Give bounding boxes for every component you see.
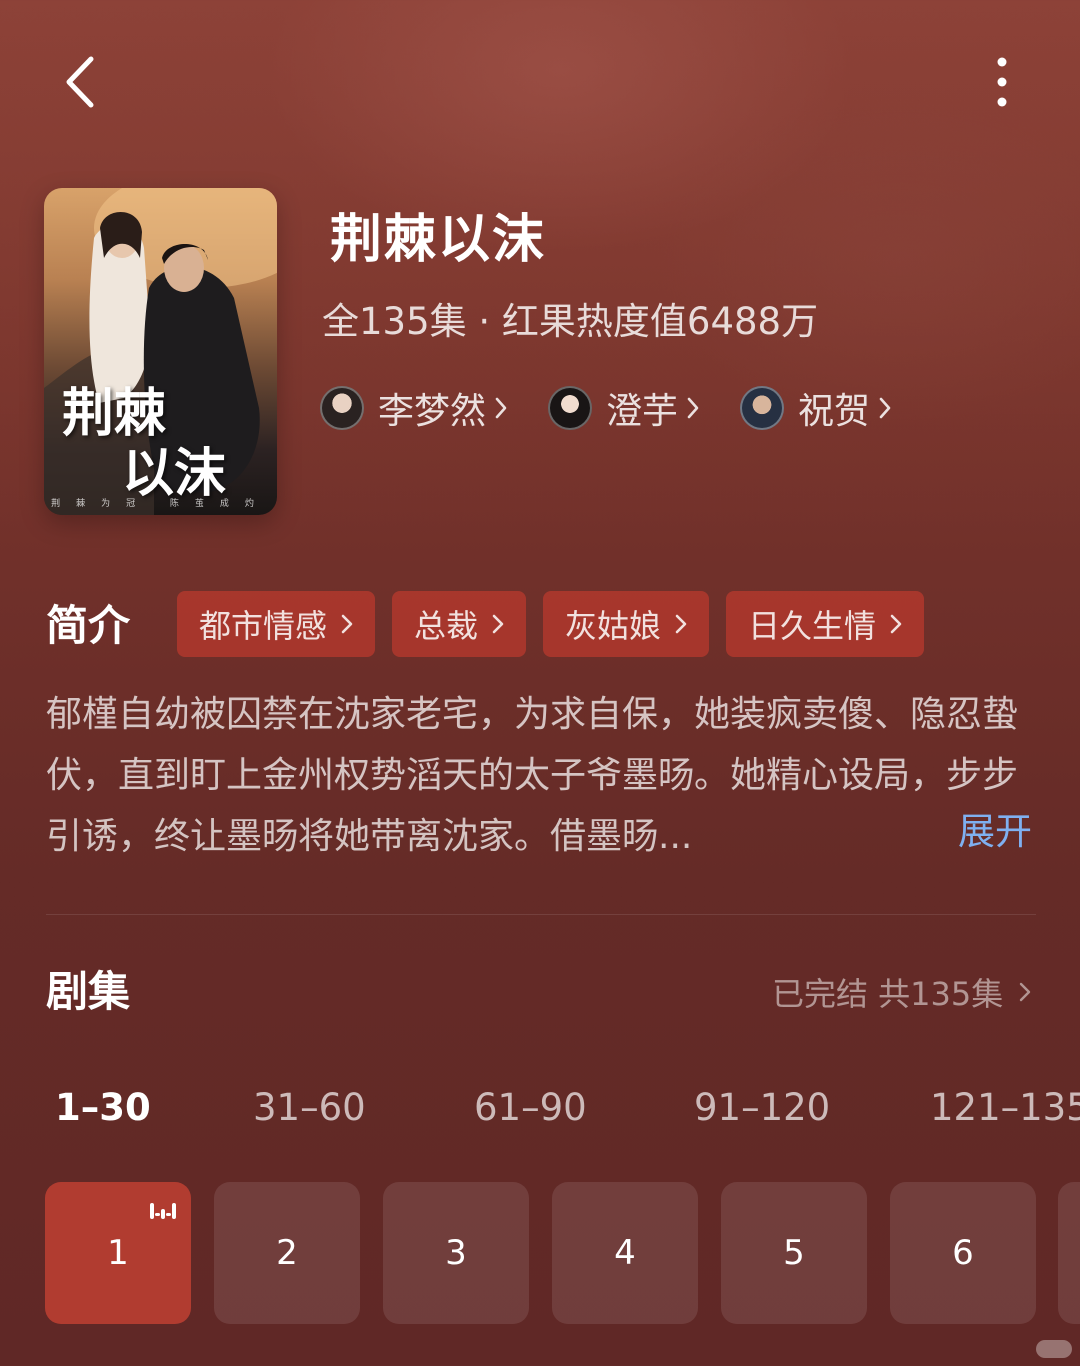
episode-number: 5 <box>783 1233 805 1273</box>
episode-button[interactable]: 6 <box>890 1182 1036 1324</box>
genre-tag[interactable]: 总裁 <box>392 591 527 657</box>
genre-tag-label: 都市情感 <box>199 607 328 645</box>
playing-indicator-icon <box>149 1200 177 1222</box>
avatar <box>740 386 785 430</box>
episode-button-partial[interactable] <box>1058 1182 1080 1324</box>
drama-title: 荆棘以沫 <box>330 210 547 270</box>
genre-tag-label: 总裁 <box>414 607 479 645</box>
genre-tag[interactable]: 都市情感 <box>177 591 376 657</box>
episode-button[interactable]: 4 <box>552 1182 698 1324</box>
genre-tag-label: 灰姑娘 <box>565 607 662 645</box>
chevron-right-icon <box>1019 981 1031 1003</box>
poster-tagline: 荆棘为冠 陈茧成灼 <box>51 499 270 509</box>
episode-number: 6 <box>952 1233 974 1273</box>
synopsis-text: 郁槿自幼被囚禁在沈家老宅，为求自保，她装疯卖傻、隐忍蛰伏，直到盯上金州权势滔天的… <box>46 694 1019 857</box>
cast-name: 祝贺 <box>798 391 871 432</box>
episode-number: 2 <box>276 1233 298 1273</box>
range-tab-91-120[interactable]: 91–120 <box>694 1082 830 1134</box>
chevron-right-icon <box>492 613 504 635</box>
episodes-heading: 剧集 <box>46 967 131 1016</box>
cast-list: 李梦然 澄芋 祝贺 <box>320 380 932 436</box>
range-tab-31-60[interactable]: 31–60 <box>253 1082 366 1134</box>
range-tab-61-90[interactable]: 61–90 <box>474 1082 587 1134</box>
back-button[interactable] <box>52 50 108 114</box>
drama-poster[interactable]: 荆棘 以沫 荆棘为冠 陈茧成灼 <box>44 188 277 515</box>
episode-number: 1 <box>107 1233 129 1273</box>
genre-tag[interactable]: 日久生情 <box>726 591 925 657</box>
more-vertical-icon <box>997 57 1007 107</box>
cast-item[interactable]: 祝贺 <box>740 382 892 434</box>
episodes-status-link[interactable]: 已完结 共135集 <box>772 968 1031 1016</box>
more-button[interactable] <box>972 50 1032 114</box>
episode-number: 4 <box>614 1233 636 1273</box>
poster-title-line1: 荆棘 <box>62 383 167 444</box>
chevron-right-icon <box>341 613 353 635</box>
expand-link[interactable]: 展开 <box>958 804 1032 860</box>
episode-button[interactable]: 5 <box>721 1182 867 1324</box>
cast-item[interactable]: 李梦然 <box>320 382 508 434</box>
chevron-right-icon <box>686 396 700 420</box>
chevron-right-icon <box>494 396 508 420</box>
cast-name: 李梦然 <box>378 391 487 432</box>
episode-number: 3 <box>445 1233 467 1273</box>
avatar <box>320 386 364 430</box>
intro-heading: 简介 <box>46 601 131 650</box>
episode-button[interactable]: 3 <box>383 1182 529 1324</box>
range-tab-1-30[interactable]: 1–30 <box>55 1082 151 1134</box>
poster-title-line2: 以沫 <box>122 443 227 504</box>
watermark-badge <box>1036 1340 1072 1358</box>
episodes-status-text: 已完结 共135集 <box>772 975 1004 1013</box>
cast-item[interactable]: 澄芋 <box>548 382 700 434</box>
genre-tag-label: 日久生情 <box>748 607 877 645</box>
genre-tag[interactable]: 灰姑娘 <box>543 591 710 657</box>
range-tab-121-135[interactable]: 121–135 <box>930 1082 1080 1134</box>
chevron-right-icon <box>890 613 902 635</box>
episode-button[interactable]: 2 <box>214 1182 360 1324</box>
chevron-right-icon <box>675 613 687 635</box>
genre-tags: 都市情感 总裁 灰姑娘 日久生情 <box>177 591 941 657</box>
chevron-right-icon <box>878 396 892 420</box>
cast-name: 澄芋 <box>606 391 679 432</box>
section-divider <box>46 914 1036 915</box>
poster-title: 荆棘 以沫 <box>62 384 262 504</box>
drama-meta: 全135集 · 红果热度值6488万 <box>322 300 819 343</box>
episode-button[interactable]: 1 <box>45 1182 191 1324</box>
avatar <box>548 386 593 430</box>
chevron-left-icon <box>66 56 94 108</box>
